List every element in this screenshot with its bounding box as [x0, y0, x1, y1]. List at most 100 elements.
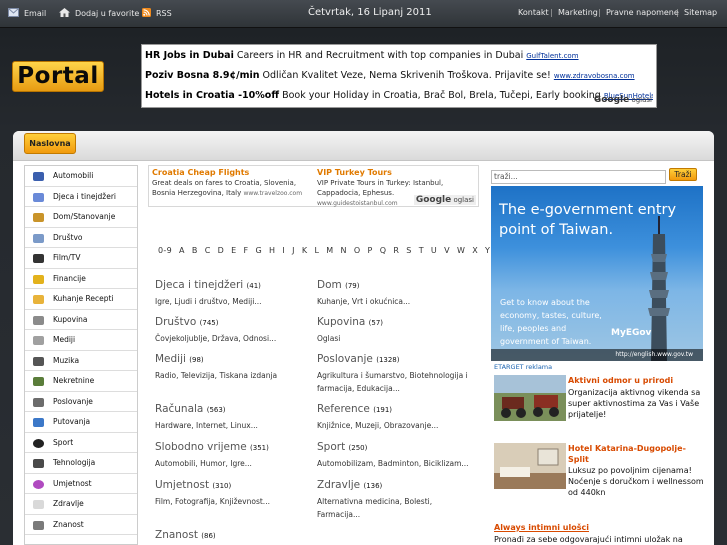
banner-subtext: Get to know about the economy, tastes, c…	[500, 298, 602, 346]
sidebar-item-tehnologija[interactable]: Tehnologija	[25, 453, 137, 474]
alphabet-letter[interactable]: R	[393, 246, 399, 255]
sidebar-item-putovanja[interactable]: Putovanja	[25, 412, 137, 433]
home-icon	[33, 213, 44, 222]
kids-icon	[33, 192, 44, 202]
sidebar-item-znanost[interactable]: Znanost	[25, 515, 137, 535]
atv-photo	[494, 375, 566, 421]
alphabet-letter[interactable]: I	[282, 246, 285, 255]
mid-ad-block: Croatia Cheap Flights Great deals on far…	[148, 165, 479, 207]
contact-link[interactable]: Kontakt	[518, 8, 549, 17]
alphabet-letter[interactable]: M	[326, 246, 333, 255]
ad-always-title[interactable]: Always intimni ulošci	[494, 523, 589, 532]
category-znanost: Znanost (86)	[155, 529, 216, 541]
top-bar: Email Dodaj u favorite RSS Četvrtak, 16 …	[0, 0, 727, 28]
portal-logo[interactable]: Portal	[12, 61, 104, 92]
ad-hotel-katarina[interactable]: Hotel Katarina-Dugopolje-Split Luksuz po…	[494, 443, 704, 503]
tab-naslovna[interactable]: Naslovna	[24, 133, 76, 154]
alphabet-letter[interactable]: O	[354, 246, 361, 255]
alphabet-letter[interactable]: A	[179, 246, 185, 255]
alphabet-letter[interactable]: H	[269, 246, 275, 255]
taiwan-banner[interactable]: The e-government entry point of Taiwan. …	[491, 186, 703, 361]
alphabet-letter[interactable]: K	[302, 246, 308, 255]
finance-icon	[33, 274, 44, 284]
sidebar-item-automobili[interactable]: Automobili	[25, 166, 137, 187]
ad-line[interactable]: Poziv Bosna 8.9¢/min Odličan Kvalitet Ve…	[145, 66, 653, 86]
sitemap-link[interactable]: Sitemap	[684, 8, 717, 17]
alphabet-letter[interactable]: E	[231, 246, 236, 255]
sidebar-item-film[interactable]: Film/TV	[25, 248, 137, 269]
category-dom: Dom (79) Kuhanje, Vrt i okućnica...	[317, 279, 411, 306]
alphabet-letter[interactable]: G	[256, 246, 263, 255]
banner-url: http://english.www.gov.tw	[491, 349, 703, 361]
alphabet-letter[interactable]: N	[341, 246, 347, 255]
sport-icon	[33, 438, 44, 448]
travel-icon	[33, 418, 44, 427]
alphabet-letter[interactable]: Q	[380, 246, 387, 255]
category-drustvo: Društvo (745) Čovjekoljublje, Država, Od…	[155, 316, 277, 343]
realestate-icon	[33, 377, 44, 386]
music-icon	[33, 356, 44, 366]
category-sidebar: Automobili Djeca i tinejdžeri Dom/Stanov…	[24, 165, 138, 545]
sidebar-item-dom[interactable]: Dom/Stanovanje	[25, 207, 137, 228]
alphabet-letter[interactable]: X	[472, 246, 478, 255]
rss-link[interactable]: RSS	[142, 8, 172, 18]
sidebar-item-zdravlje[interactable]: Zdravlje	[25, 494, 137, 515]
legal-link[interactable]: Pravne napomene	[606, 8, 679, 17]
sidebar-item-kuhanje[interactable]: Kuhanje Recepti	[25, 289, 137, 310]
current-date: Četvrtak, 16 Lipanj 2011	[308, 7, 432, 18]
category-racunala: Računala (563) Hardware, Internet, Linux…	[155, 403, 258, 430]
science-icon	[33, 520, 44, 530]
alphabet-letter[interactable]: F	[244, 246, 249, 255]
alphabet-letter[interactable]: T	[419, 246, 424, 255]
sidebar-item-umjetnost[interactable]: Umjetnost	[25, 474, 137, 494]
sidebar-item-kupovina[interactable]: Kupovina	[25, 310, 137, 330]
alphabet-letter[interactable]: U	[431, 246, 437, 255]
sidebar-item-sport[interactable]: Sport	[25, 433, 137, 453]
sidebar-item-financije[interactable]: Financije	[25, 269, 137, 289]
mygov-brand: MyEGov	[611, 328, 652, 338]
media-icon	[33, 336, 44, 345]
ad-line[interactable]: HR Jobs in Dubai Careers in HR and Recru…	[145, 46, 653, 66]
google-ads-label[interactable]: Google oglasi	[594, 95, 652, 105]
separator: |	[598, 8, 601, 17]
art-icon	[33, 479, 44, 489]
category-umjetnost: Umjetnost (310) Film, Fotografija, Knjiž…	[155, 479, 270, 506]
alphabet-letter[interactable]: C	[205, 246, 211, 255]
ad-line[interactable]: Hotels in Croatia -10%off Book your Holi…	[145, 86, 653, 106]
alphabet-letter[interactable]: B	[192, 246, 198, 255]
business-icon	[33, 397, 44, 407]
category-sport: Sport (250) Automobilizam, Badminton, Bi…	[317, 441, 469, 468]
etarget-label[interactable]: ETARGET reklama	[494, 363, 552, 371]
people-icon	[33, 233, 44, 243]
alphabet-letter[interactable]: V	[444, 246, 450, 255]
rss-icon	[142, 8, 151, 17]
alphabet-letter[interactable]: L	[314, 246, 319, 255]
sidebar-item-djeca[interactable]: Djeca i tinejdžeri	[25, 187, 137, 207]
alphabet-letter[interactable]: S	[406, 246, 411, 255]
category-djeca: Djeca i tinejdžeri (41) Igre, Ljudi i dr…	[155, 279, 262, 306]
email-link[interactable]: Email	[8, 8, 46, 18]
marketing-link[interactable]: Marketing	[558, 8, 598, 17]
search-input[interactable]: traži...	[491, 170, 666, 184]
search-button[interactable]: Traži	[669, 168, 697, 181]
sidebar-item-nekretnine[interactable]: Nekretnine	[25, 371, 137, 392]
alphabet-letter[interactable]: Y	[485, 246, 490, 255]
separator: |	[550, 8, 553, 17]
ad-croatia-flights[interactable]: Croatia Cheap Flights Great deals on far…	[152, 168, 312, 199]
hotel-room-photo	[494, 443, 566, 489]
alphabet-letter[interactable]: J	[292, 246, 295, 255]
google-ads-label[interactable]: Google oglasi	[413, 195, 476, 205]
add-favorite-link[interactable]: Dodaj u favorite	[59, 8, 139, 18]
ad-aktivni-odmor[interactable]: Aktivni odmor u prirodi Organizacija akt…	[494, 375, 704, 423]
sidebar-item-mediji[interactable]: Mediji	[25, 330, 137, 351]
alphabet-letter[interactable]: P	[368, 246, 373, 255]
home-icon	[59, 8, 70, 17]
alphabet-letter[interactable]: D	[218, 246, 224, 255]
sidebar-item-muzika[interactable]: Muzika	[25, 351, 137, 371]
alphabet-letter[interactable]: 0-9	[158, 246, 172, 255]
tech-icon	[33, 459, 44, 468]
sidebar-item-poslovanje[interactable]: Poslovanje	[25, 392, 137, 412]
email-icon	[8, 8, 19, 17]
alphabet-letter[interactable]: W	[457, 246, 465, 255]
sidebar-item-drustvo[interactable]: Društvo	[25, 228, 137, 248]
